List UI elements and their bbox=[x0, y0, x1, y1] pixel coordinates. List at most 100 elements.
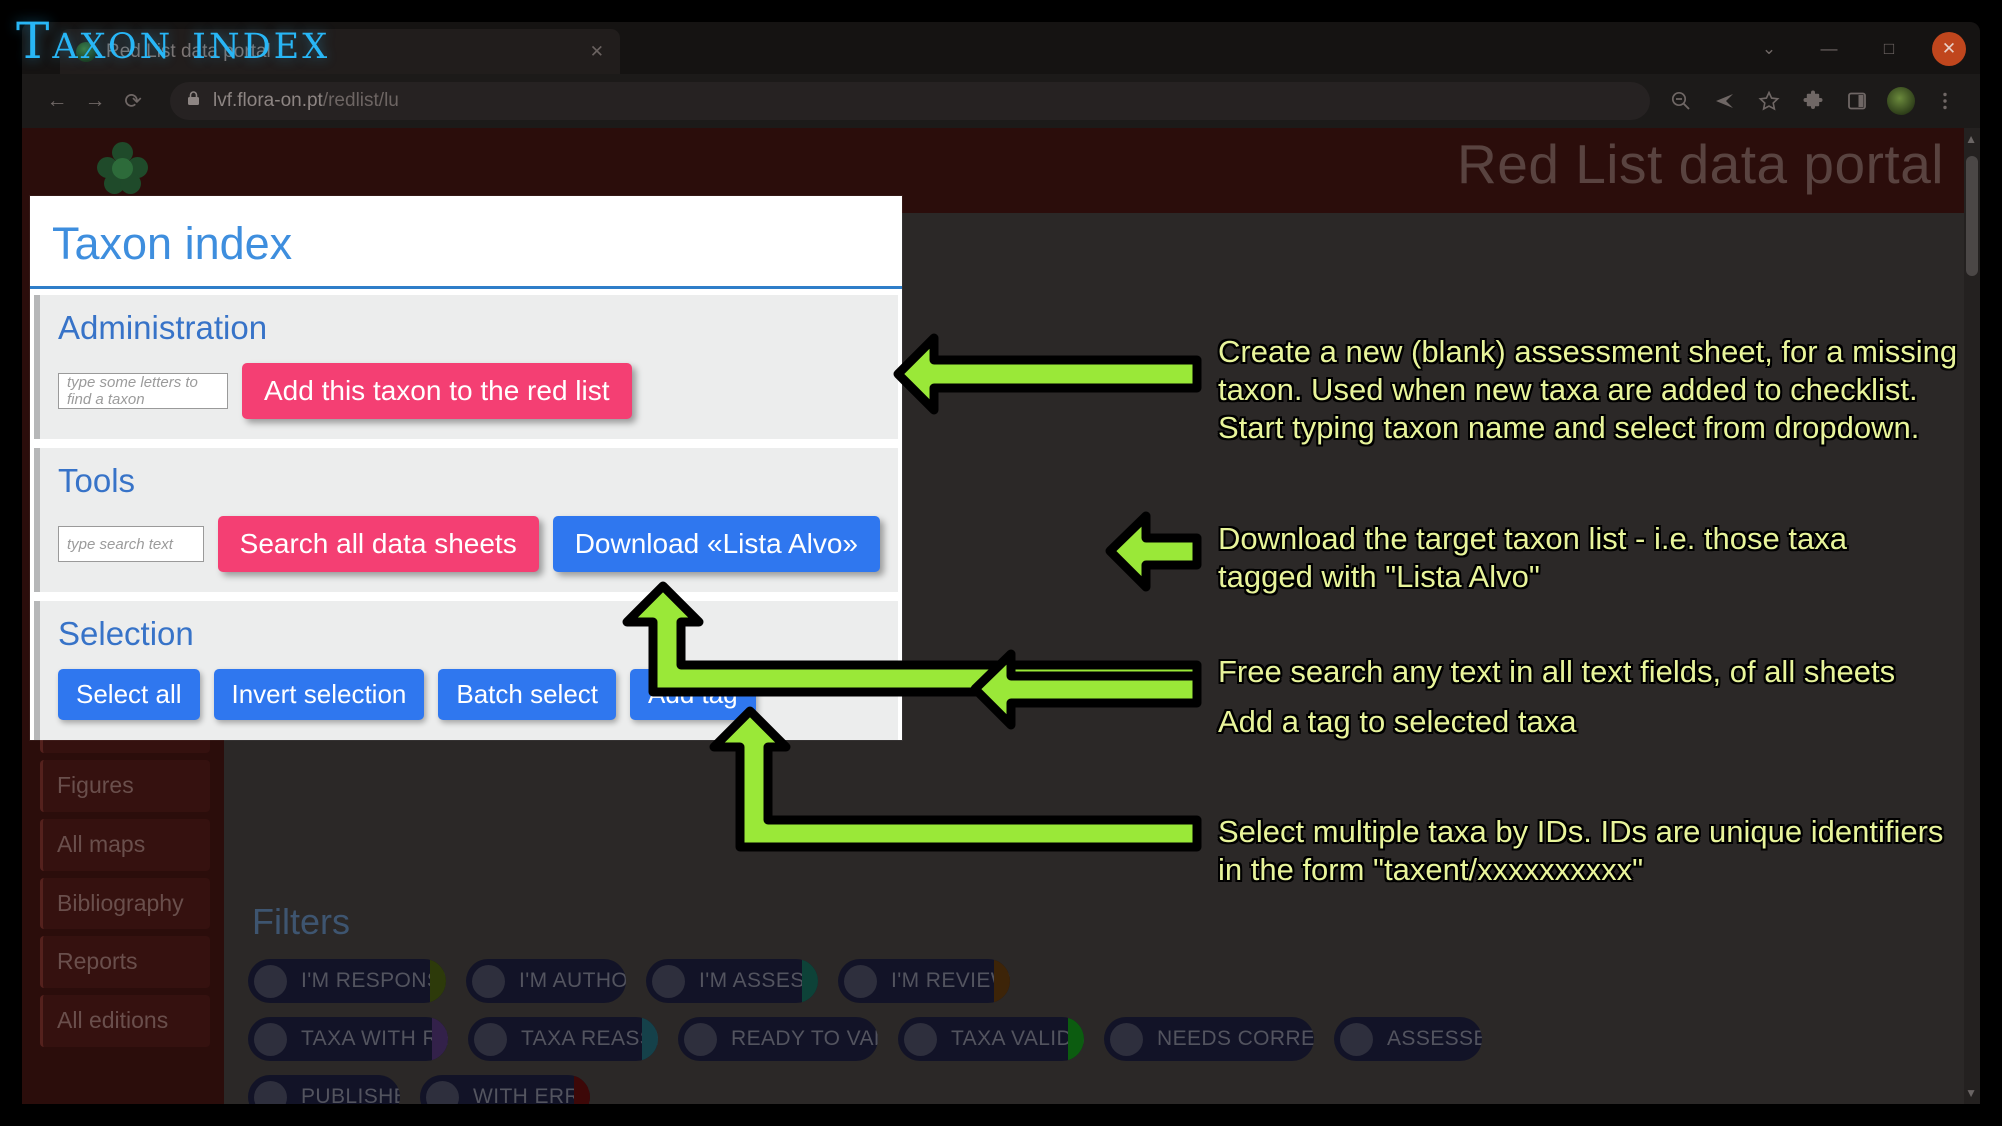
filter-pill-published[interactable]: PUBLISHED bbox=[248, 1075, 400, 1104]
extensions-puzzle-icon[interactable] bbox=[1794, 82, 1832, 120]
maximize-icon[interactable]: □ bbox=[1872, 32, 1906, 66]
close-window-icon[interactable]: ✕ bbox=[1932, 32, 1966, 66]
filter-toggle-knob[interactable] bbox=[254, 1022, 287, 1056]
back-icon[interactable]: ← bbox=[38, 82, 76, 120]
page-header-title: Red List data portal bbox=[1457, 133, 1944, 195]
filter-toggle-knob[interactable] bbox=[684, 1022, 717, 1056]
filter-pill-label: WITH ERRORS bbox=[473, 1085, 590, 1104]
filters-section: Filters I'M RESPONSIBLE FORI'M AUTHORI'M… bbox=[232, 889, 1938, 1104]
panel-title: Taxon index bbox=[30, 196, 902, 289]
brand-logo-icon bbox=[94, 140, 152, 198]
scroll-down-icon[interactable]: ▼ bbox=[1965, 1086, 1977, 1100]
filter-toggle-knob[interactable] bbox=[844, 964, 877, 998]
reload-icon[interactable]: ⟳ bbox=[114, 82, 152, 120]
filter-pill-accent bbox=[430, 959, 446, 1003]
scroll-up-icon[interactable]: ▲ bbox=[1965, 132, 1977, 146]
add-taxon-to-red-list-button[interactable]: Add this taxon to the red list bbox=[242, 363, 632, 419]
zoom-out-icon[interactable] bbox=[1662, 82, 1700, 120]
filter-pill-taxa-reassessed[interactable]: TAXA REASSESSED bbox=[468, 1017, 658, 1061]
filter-pill-label: TAXA REASSESSED bbox=[521, 1027, 658, 1050]
browser-window: Red List data portal ✕ ⌄ — □ ✕ ← → ⟳ lvf… bbox=[22, 22, 1980, 1104]
toolbar-actions bbox=[1662, 82, 1964, 120]
selection-section: Selection Select all Invert selection Batc… bbox=[34, 601, 898, 740]
chevron-down-icon[interactable]: ⌄ bbox=[1752, 32, 1786, 66]
browser-toolbar: ← → ⟳ lvf.flora-on.pt/redlist/lu bbox=[22, 74, 1980, 128]
administration-section: Administration type some letters to find… bbox=[34, 295, 898, 439]
filter-pill-assessed[interactable]: ASSESSED bbox=[1334, 1017, 1482, 1061]
filter-pill-i-m-responsible-for[interactable]: I'M RESPONSIBLE FOR bbox=[248, 959, 446, 1003]
select-all-button[interactable]: Select all bbox=[58, 669, 200, 720]
filter-toggle-knob[interactable] bbox=[426, 1080, 459, 1104]
filter-pill-taxa-validated[interactable]: TAXA VALIDATED bbox=[898, 1017, 1084, 1061]
batch-select-button[interactable]: Batch select bbox=[438, 669, 617, 720]
url-host: lvf.flora-on.pt bbox=[213, 90, 323, 111]
filter-toggle-knob[interactable] bbox=[1340, 1022, 1373, 1056]
address-bar-url: lvf.flora-on.pt/redlist/lu bbox=[213, 90, 399, 112]
filter-pill-accent bbox=[1068, 1017, 1084, 1061]
window-controls: ⌄ — □ ✕ bbox=[1752, 26, 1966, 72]
filter-pill-accent bbox=[574, 1075, 590, 1104]
lock-icon bbox=[186, 90, 201, 113]
filter-row: PUBLISHED WITH ERRORS bbox=[248, 1075, 1922, 1104]
address-bar[interactable]: lvf.flora-on.pt/redlist/lu bbox=[170, 82, 1650, 120]
administration-controls: type some letters to find a taxon Add th… bbox=[58, 363, 880, 419]
url-path: /redlist/lu bbox=[322, 90, 399, 111]
minimize-icon[interactable]: — bbox=[1812, 32, 1846, 66]
filter-pill-label: I'M RESPONSIBLE FOR bbox=[301, 969, 446, 992]
side-panel-icon[interactable] bbox=[1838, 82, 1876, 120]
page-scrollbar[interactable]: ▲ ▼ bbox=[1964, 128, 1980, 1104]
filter-pill-label: READY TO VALIDATE bbox=[731, 1027, 878, 1050]
sidebar-item-label: Figures bbox=[57, 772, 134, 798]
filter-toggle-knob[interactable] bbox=[904, 1022, 937, 1056]
tools-section: Tools type search text Search all data s… bbox=[34, 448, 898, 592]
filter-toggle-knob[interactable] bbox=[254, 1080, 287, 1104]
filter-pill-taxa-with-revision[interactable]: TAXA WITH REVISION bbox=[248, 1017, 448, 1061]
search-all-data-sheets-button[interactable]: Search all data sheets bbox=[217, 516, 539, 572]
bookmark-star-icon[interactable] bbox=[1750, 82, 1788, 120]
filter-pill-label: TAXA WITH REVISION bbox=[301, 1027, 448, 1050]
invert-selection-button[interactable]: Invert selection bbox=[213, 669, 425, 720]
filter-pill-label: PUBLISHED bbox=[301, 1085, 400, 1104]
filter-pill-accent bbox=[994, 959, 1010, 1003]
filter-pill-label: ASSESSED bbox=[1387, 1027, 1482, 1050]
sidebar-item-label: All editions bbox=[57, 1007, 169, 1033]
filter-toggle-knob[interactable] bbox=[474, 1022, 507, 1056]
sidebar-item-label: All maps bbox=[57, 830, 146, 857]
sidebar-item-reports[interactable]: Reports bbox=[40, 936, 210, 988]
filter-toggle-knob[interactable] bbox=[472, 964, 505, 998]
filter-row: I'M RESPONSIBLE FOR I'M AUTHOR I'M ASSESSO… bbox=[248, 959, 1922, 1003]
selection-controls: Select all Invert selection Batch select Ad… bbox=[58, 669, 880, 720]
filter-pill-label: I'M AUTHOR bbox=[519, 969, 626, 992]
filter-pill-accent bbox=[432, 1017, 448, 1061]
add-tag-button[interactable]: Add tag bbox=[630, 669, 756, 720]
tools-controls: type search text Search all data sheets … bbox=[58, 516, 880, 572]
share-icon[interactable] bbox=[1706, 82, 1744, 120]
filter-row: TAXA WITH REVISION TAXA REASSESSED READY T… bbox=[248, 1017, 1922, 1061]
sidebar-item-figures[interactable]: Figures bbox=[40, 760, 210, 812]
taxon-search-input[interactable]: type some letters to find a taxon bbox=[58, 373, 228, 409]
filter-pill-needs-corrections[interactable]: NEEDS CORRECTIONS bbox=[1104, 1017, 1314, 1061]
filter-pill-accent bbox=[802, 959, 818, 1003]
administration-title: Administration bbox=[58, 309, 268, 346]
tools-title: Tools bbox=[58, 462, 136, 499]
scrollbar-thumb[interactable] bbox=[1966, 156, 1978, 276]
tab-close-icon[interactable]: ✕ bbox=[590, 42, 604, 62]
sidebar-item-all-maps[interactable]: All maps bbox=[40, 818, 210, 871]
filter-pill-with-errors[interactable]: WITH ERRORS bbox=[420, 1075, 590, 1104]
filter-toggle-knob[interactable] bbox=[652, 964, 685, 998]
filter-toggle-knob[interactable] bbox=[1110, 1022, 1143, 1056]
filter-pill-i-m-assessor[interactable]: I'M ASSESSOR bbox=[646, 959, 818, 1003]
filter-pill-i-m-author[interactable]: I'M AUTHOR bbox=[466, 959, 626, 1003]
sidebar-item-all-editions[interactable]: All editions bbox=[40, 995, 210, 1047]
profile-avatar-icon[interactable] bbox=[1882, 82, 1920, 120]
download-lista-alvo-button[interactable]: Download «Lista Alvo» bbox=[552, 516, 880, 572]
search-text-input[interactable]: type search text bbox=[58, 526, 204, 562]
filter-pill-i-m-reviewer[interactable]: I'M REVIEWER bbox=[838, 959, 1010, 1003]
filter-pill-ready-to-validate[interactable]: READY TO VALIDATE bbox=[678, 1017, 878, 1061]
filter-toggle-knob[interactable] bbox=[254, 964, 287, 998]
forward-icon[interactable]: → bbox=[76, 82, 114, 120]
sidebar-item-bibliography[interactable]: Bibliography bbox=[40, 877, 210, 930]
more-menu-icon[interactable] bbox=[1926, 82, 1964, 120]
page-viewport: Red List data portal Taxon indexPublishe… bbox=[22, 128, 1980, 1104]
filters-title: Filters bbox=[252, 901, 350, 942]
